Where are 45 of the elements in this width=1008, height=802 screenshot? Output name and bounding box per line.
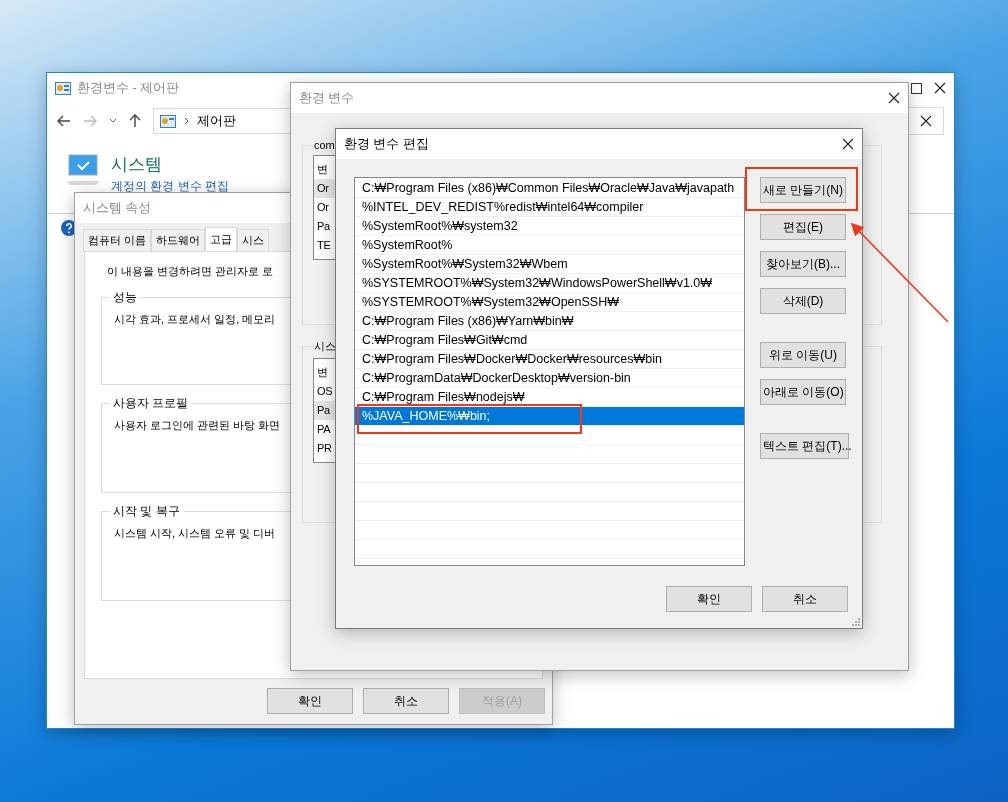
variable-row[interactable]: Pa bbox=[314, 217, 335, 236]
variable-row[interactable]: Or bbox=[314, 198, 335, 217]
variable-row[interactable]: PR bbox=[314, 439, 335, 458]
variable-list[interactable]: 변 OS Pa PA PR bbox=[313, 358, 335, 463]
dialog-button[interactable]: 확인 bbox=[666, 586, 752, 612]
variable-list[interactable]: 변 Or Or Pa TE bbox=[313, 155, 335, 260]
group-description: 사용자 로그인에 관련된 바탕 화면 bbox=[113, 418, 281, 433]
admin-notice: 이 내용을 변경하려면 관리자로 로 bbox=[106, 264, 274, 279]
window-title: 환경 변수 bbox=[299, 89, 355, 107]
dialog-button[interactable]: 확인 bbox=[267, 688, 353, 714]
column-header: 변 bbox=[316, 162, 329, 177]
environment-link[interactable]: 계정의 환경 변수 편집 bbox=[111, 178, 229, 195]
column-header: 변 bbox=[316, 365, 329, 380]
window-title: 환경변수 - 제어판 bbox=[77, 79, 180, 97]
window-title: 시스템 속성 bbox=[83, 199, 152, 217]
group-title: 사용자 프로필 bbox=[112, 395, 190, 412]
section-heading: 시스템 bbox=[111, 154, 163, 176]
address-bar[interactable]: 제어판 bbox=[153, 108, 291, 134]
group-description: 시각 효과, 프로세서 일정, 메모리 bbox=[113, 312, 276, 327]
tab[interactable]: 컴퓨터 이름 bbox=[83, 229, 152, 251]
tab[interactable]: 고급 bbox=[205, 227, 238, 251]
variable-row[interactable]: TE bbox=[314, 236, 335, 255]
action-button[interactable]: 위로 이동(U) bbox=[760, 342, 846, 368]
breadcrumb-text[interactable]: 제어판 bbox=[197, 112, 236, 130]
group-title: 성능 bbox=[112, 289, 138, 306]
action-button[interactable]: 편집(E) bbox=[760, 214, 846, 240]
path-entry[interactable]: %JAVA_HOME%₩bin; bbox=[355, 407, 744, 426]
action-button[interactable]: 찾아보기(B)... bbox=[760, 251, 846, 277]
group-title: 시작 및 복구 bbox=[112, 503, 181, 520]
group-title: com bbox=[313, 139, 336, 151]
tab[interactable]: 시스 bbox=[237, 229, 270, 251]
variable-row[interactable]: PA bbox=[314, 420, 335, 439]
variable-row[interactable]: OS bbox=[314, 382, 335, 401]
variable-row[interactable]: Pa bbox=[314, 401, 335, 420]
dialog-button[interactable]: 취소 bbox=[762, 586, 848, 612]
dialog-title: 환경 변수 편집 bbox=[344, 135, 429, 153]
tab[interactable]: 하드웨어 bbox=[151, 229, 206, 251]
variable-row[interactable]: Or bbox=[314, 179, 335, 198]
dialog-button[interactable]: 취소 bbox=[363, 688, 449, 714]
action-button[interactable]: 새로 만들기(N) bbox=[760, 177, 846, 203]
action-button[interactable]: 아래로 이동(O) bbox=[760, 379, 846, 405]
action-button[interactable]: 삭제(D) bbox=[760, 288, 846, 314]
group-title: 시스 bbox=[313, 339, 337, 354]
action-button[interactable]: 텍스트 편집(T)... bbox=[760, 433, 849, 459]
group-description: 시스템 시작, 시스템 오류 및 디버 bbox=[113, 526, 276, 541]
